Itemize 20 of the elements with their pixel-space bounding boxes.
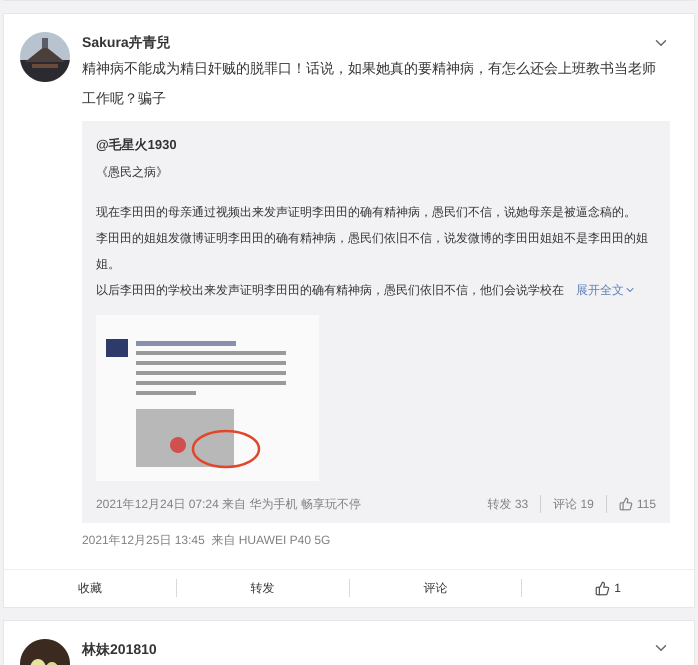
author-name[interactable]: Sakura卉青兒 — [82, 32, 171, 53]
author-name[interactable]: 林妹201810 — [82, 638, 157, 660]
like-button[interactable]: 1 — [595, 579, 621, 597]
post-text: 精神病不能成为精日奸贼的脱罪口！话说，如果她真的要精神病，有怎么还会上班教书当老师工作呢？骗子 — [82, 59, 657, 108]
quote-timestamp: 2021年12月24日 07:24 来自 华为手机 畅享玩不停 — [96, 496, 362, 512]
quote-paragraph: 以后李田田的学校出来发声证明李田田的确有精神病，愚民们依旧不信，他们会说学校在 展开全文 — [96, 276, 656, 302]
thumbs-up-icon — [595, 580, 610, 596]
quote-author[interactable]: @毛星火1930 — [96, 135, 656, 154]
expand-link[interactable]: 展开全文 — [576, 276, 636, 302]
like-button[interactable]: 115 — [606, 494, 656, 512]
quote-paragraph: 李田田的姐姐发微博证明李田田的确有精神病，愚民们依旧不信，说发微博的李田田姐姐不是李田田的姐姐。 — [96, 230, 649, 272]
action-button[interactable]: 评论 — [423, 579, 448, 597]
quote-title: 《愚民之病》 — [96, 164, 169, 180]
post-timestamp: 2021年12月25日 13:45 来自 HUAWEI P40 5G — [82, 532, 332, 548]
repost-link[interactable]: 转发 33 — [475, 494, 542, 512]
action-button[interactable]: 转发 — [250, 579, 275, 597]
thumbs-up-icon — [618, 496, 633, 510]
action-button[interactable]: 收藏 — [78, 579, 102, 597]
quote-paragraph: 现在李田田的母亲通过视频出来发声证明李田田的确有精神病，愚民们不信，说她母亲是被逼念稿的。 — [96, 204, 637, 220]
comment-link[interactable]: 评论 19 — [541, 494, 607, 512]
